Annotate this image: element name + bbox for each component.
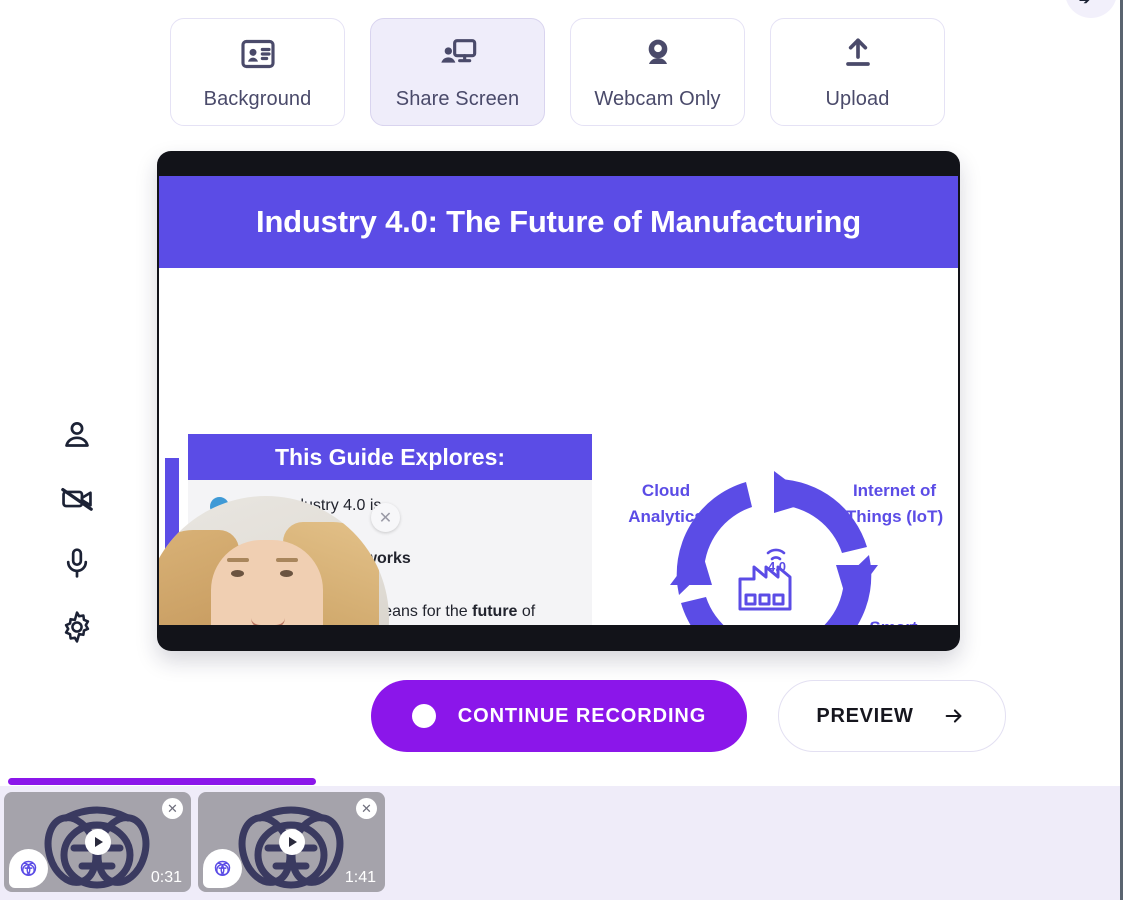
preview-button[interactable]: PREVIEW [778,680,1006,752]
close-icon: ✕ [378,509,393,527]
recording-progress-bar[interactable] [8,778,1113,785]
webcam-brow-right [276,558,298,562]
video-stage[interactable]: Industry 4.0: The Future of Manufacturin… [157,151,960,651]
guide-panel-title: This Guide Explores: [188,434,592,480]
record-dot-icon [411,704,436,728]
play-icon [94,837,103,847]
brand-logo-icon [214,860,231,877]
id-card-icon [240,39,275,68]
cycle-label-ai: AI [677,615,717,625]
corner-bubble[interactable]: ➔ [1065,0,1117,18]
action-bar: CONTINUE RECORDING PREVIEW [371,680,1006,752]
clip-list: ✕ 0:31 ✕ 1:41 [4,792,385,892]
mode-button-webcam-only[interactable]: Webcam Only [570,18,745,126]
cycle-center-label: 4.0 [768,559,786,574]
mode-label-upload: Upload [825,87,890,110]
mode-button-background[interactable]: Background [170,18,345,126]
recording-progress-fill [8,778,316,785]
mode-button-share-screen[interactable]: Share Screen [370,18,545,126]
industry40-cycle-diagram: 4.0 Cloud Analytics Internet of Things (Io… [599,460,949,625]
preview-label: PREVIEW [816,704,914,727]
cycle-label-cloud: Cloud Analytics [628,481,704,527]
webcam-face [211,540,323,625]
brand-logo-icon [20,860,37,877]
tool-rail [60,418,94,644]
clip-remove-button[interactable]: ✕ [356,798,377,819]
mode-label-webcam-only: Webcam Only [594,87,721,110]
close-icon: ✕ [167,800,178,816]
webcam-brow-left [227,558,249,562]
clip-duration: 0:31 [150,869,182,886]
clip-thumbnail[interactable]: ✕ 1:41 [198,792,385,892]
mode-label-share-screen: Share Screen [395,87,520,110]
arrow-right-icon [945,709,961,723]
continue-recording-label: CONTINUE RECORDING [457,704,707,727]
close-icon: ✕ [361,800,372,816]
webcam-eye-right [280,570,293,577]
corner-arrow-icon: ➔ [1079,0,1093,6]
webcam-close-button[interactable]: ✕ [371,503,400,532]
webcam-eye-left [231,570,244,577]
clip-duration: 1:41 [344,869,376,886]
play-icon [288,837,297,847]
webcam-mouth [251,618,285,625]
cycle-label-iot: Internet of Things (IoT) [845,481,944,527]
gear-icon[interactable] [60,610,94,644]
upload-icon [845,38,870,66]
slide-header: Industry 4.0: The Future of Manufacturin… [159,176,958,268]
clip-play-button[interactable] [278,829,305,855]
cycle-label-smart-factories: SmartFactories [841,615,946,625]
bullet-text-bold: future [472,602,518,620]
mode-label-background: Background [203,87,312,110]
webcam-icon [648,39,667,64]
camera-off-icon[interactable] [60,482,94,516]
microphone-icon[interactable] [60,546,94,580]
clip-remove-button[interactable]: ✕ [162,798,183,819]
mode-button-upload[interactable]: Upload [770,18,945,126]
clip-thumbnail[interactable]: ✕ 0:31 [4,792,191,892]
person-icon[interactable] [60,418,94,452]
continue-recording-button[interactable]: CONTINUE RECORDING [371,680,747,752]
recorder-app: ➔ Background Share Screen [0,0,1123,900]
share-screen-icon [440,38,476,63]
mode-selector: Background Share Screen Webcam Only Uplo… [170,18,945,126]
slide-preview: Industry 4.0: The Future of Manufacturin… [159,176,958,625]
slide-body: This Guide Explores: What Industry 4.0 i… [159,268,958,625]
slide-title: Industry 4.0: The Future of Manufacturin… [256,204,861,239]
clip-play-button[interactable] [84,829,111,855]
clip-brand-badge [9,849,48,888]
clip-brand-badge [203,849,242,888]
